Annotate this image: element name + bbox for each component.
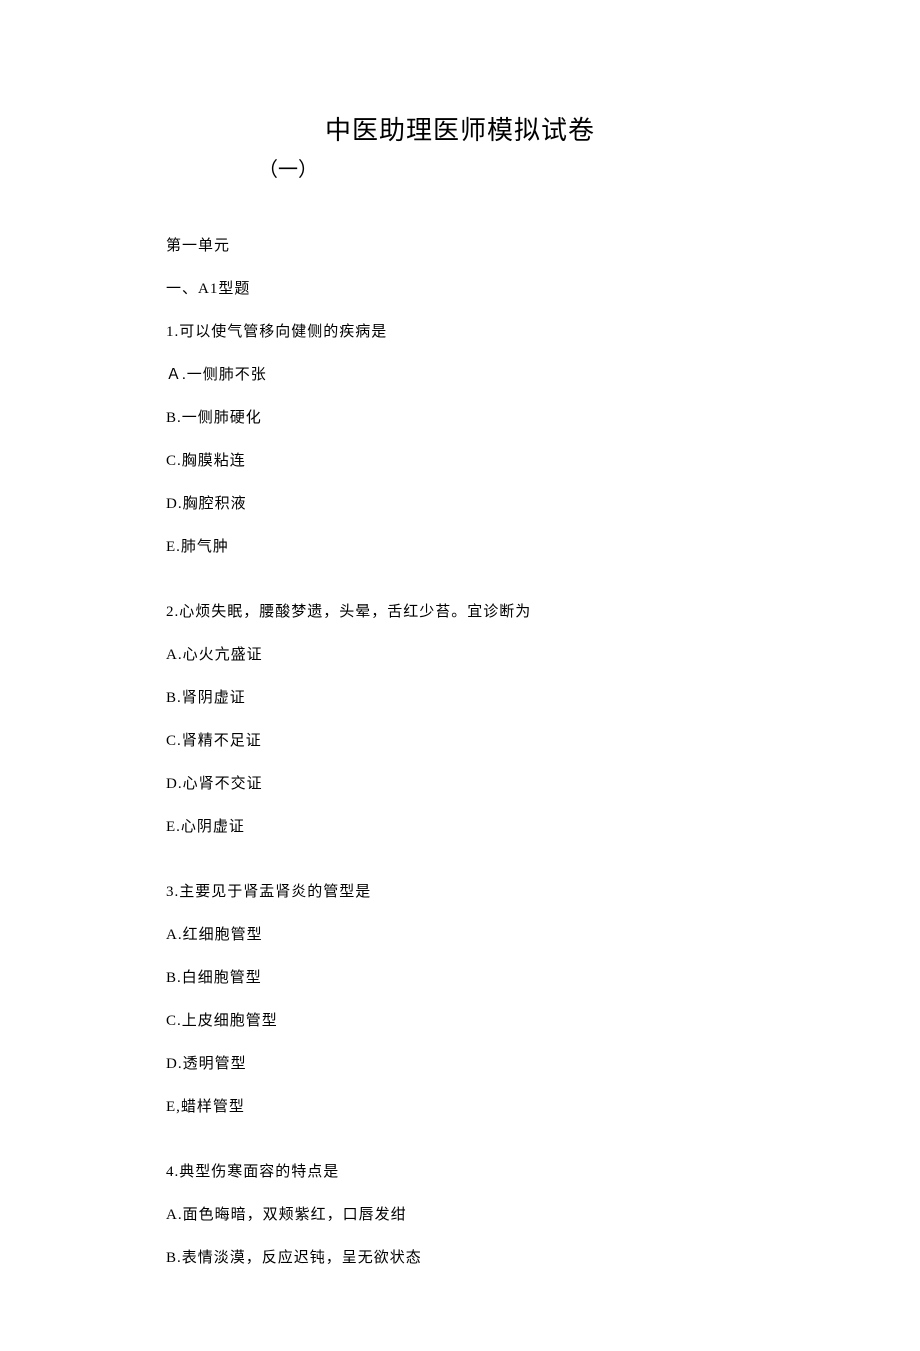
question-option: Ａ.一侧肺不张 xyxy=(166,365,754,386)
question-option: C.上皮细胞管型 xyxy=(166,1011,754,1032)
document-page: 中医助理医师模拟试卷 （一） 第一单元 一、A1型题 1.可以使气管移向健侧的疾… xyxy=(0,0,920,1351)
question-option: E.肺气肿 xyxy=(166,537,754,558)
question-stem: 3.主要见于肾盂肾炎的管型是 xyxy=(166,882,754,903)
question-option: B.肾阴虚证 xyxy=(166,688,754,709)
unit-heading: 第一单元 xyxy=(166,236,754,257)
exam-title: 中医助理医师模拟试卷 xyxy=(166,110,754,147)
question-option: E.心阴虚证 xyxy=(166,817,754,838)
question-stem: 1.可以使气管移向健侧的疾病是 xyxy=(166,322,754,343)
question-option: B.白细胞管型 xyxy=(166,968,754,989)
question-option: A.心火亢盛证 xyxy=(166,645,754,666)
question-option: D.心肾不交证 xyxy=(166,774,754,795)
question-option: A.红细胞管型 xyxy=(166,925,754,946)
question-option: D.胸腔积液 xyxy=(166,494,754,515)
exam-subtitle: （一） xyxy=(166,153,754,182)
spacer xyxy=(166,580,754,602)
question-option: C.胸膜粘连 xyxy=(166,451,754,472)
spacer xyxy=(166,1140,754,1162)
question-stem: 2.心烦失眠，腰酸梦遗，头晕，舌红少苔。宜诊断为 xyxy=(166,602,754,623)
question-option: D.透明管型 xyxy=(166,1054,754,1075)
spacer xyxy=(166,860,754,882)
question-option: B.表情淡漠，反应迟钝，呈无欲状态 xyxy=(166,1248,754,1269)
question-option: E,蜡样管型 xyxy=(166,1097,754,1118)
question-option: A.面色晦暗，双颊紫红，口唇发绀 xyxy=(166,1205,754,1226)
section-heading: 一、A1型题 xyxy=(166,279,754,300)
question-stem: 4.典型伤寒面容的特点是 xyxy=(166,1162,754,1183)
question-option: C.肾精不足证 xyxy=(166,731,754,752)
question-option: B.一侧肺硬化 xyxy=(166,408,754,429)
